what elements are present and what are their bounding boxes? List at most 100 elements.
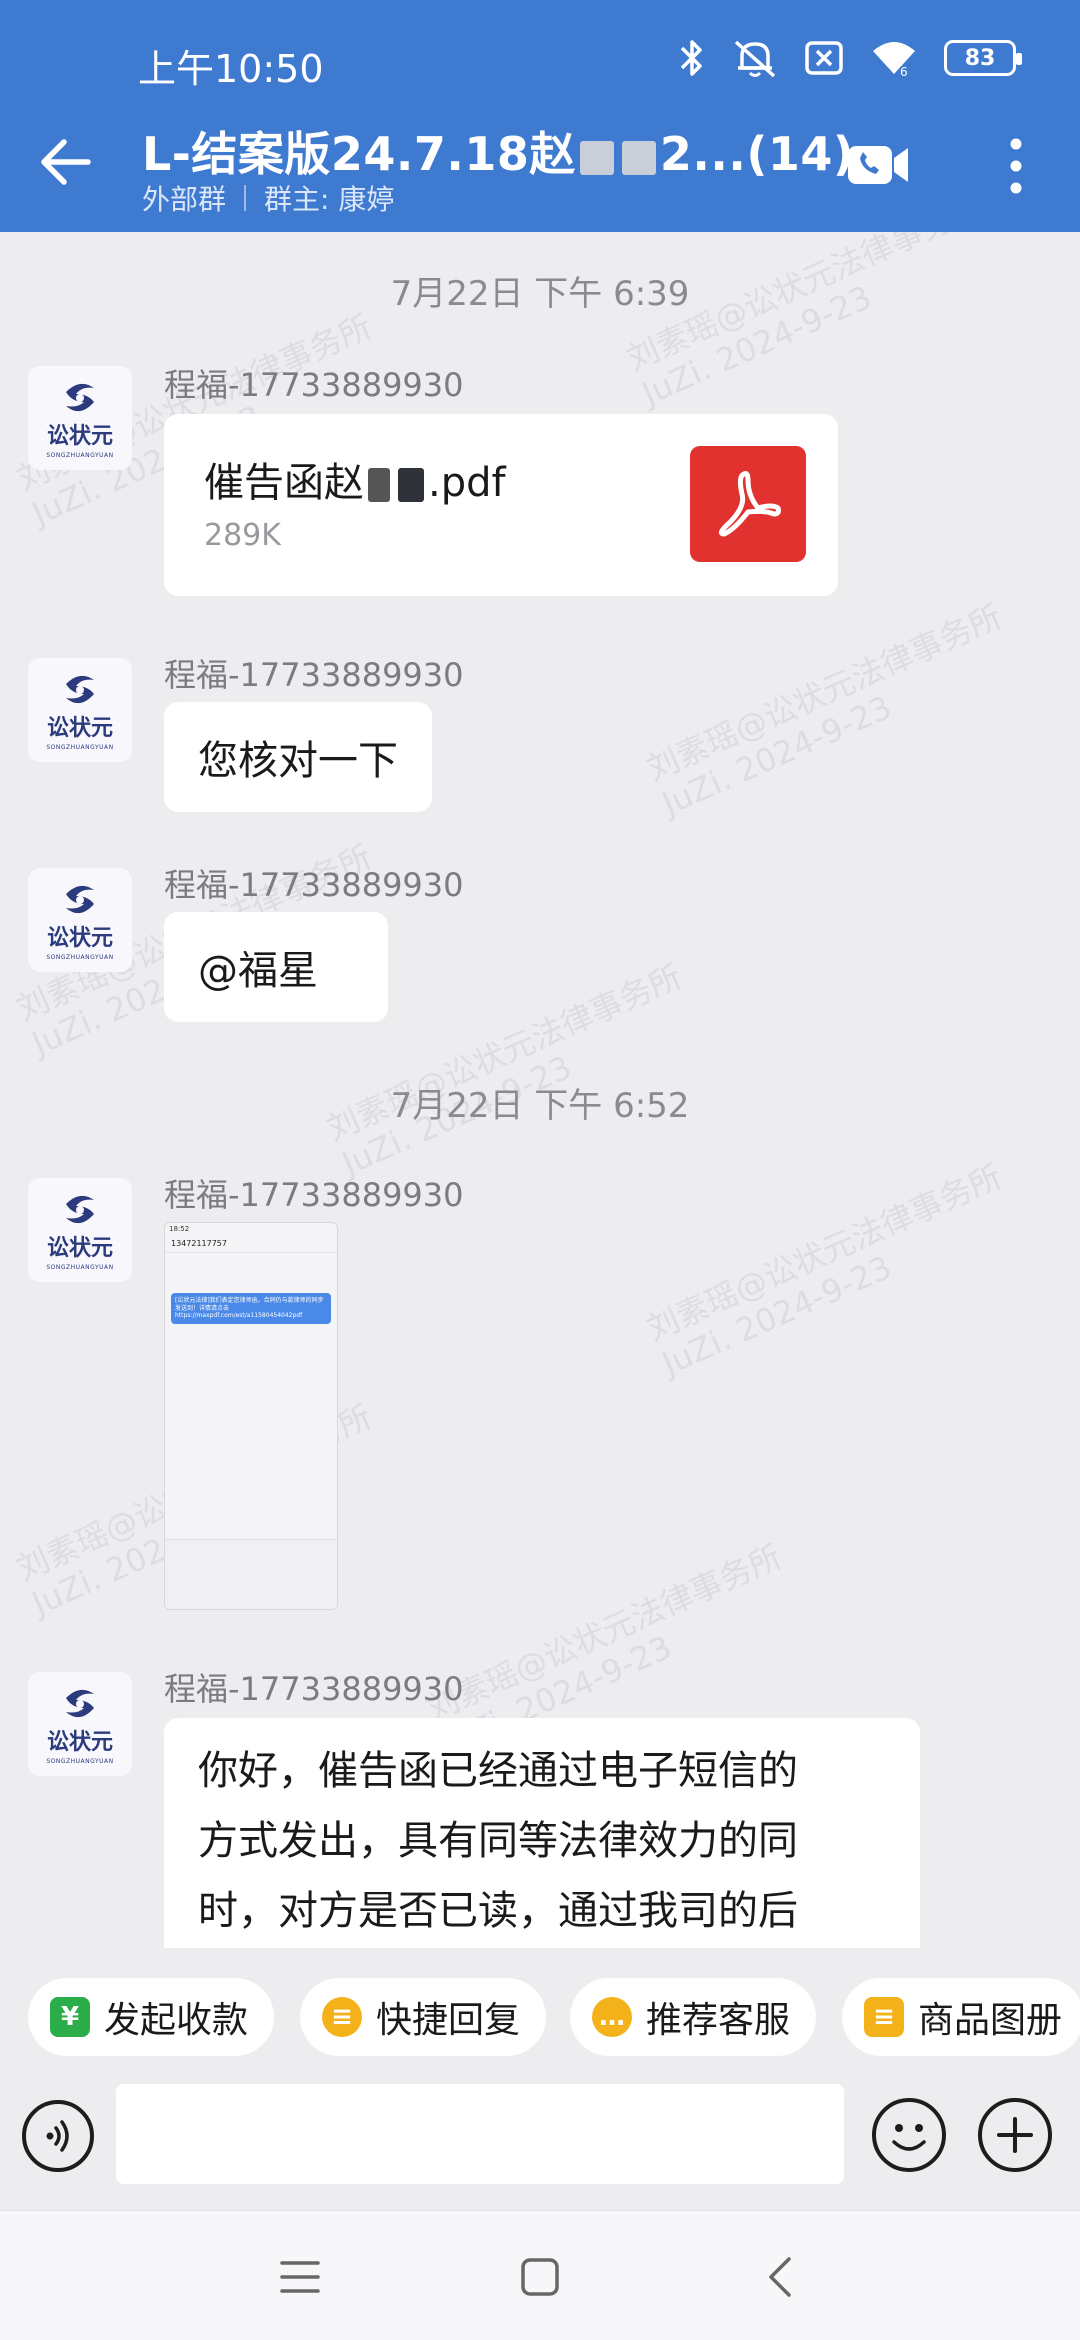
logo-swirl-icon (66, 1689, 94, 1717)
date-separator: 7月22日 下午 6:52 (390, 1086, 690, 1126)
chip-label: 商品图册 (918, 2000, 1063, 2041)
image-message[interactable]: 18:52 13472117757 [讼状元法律]我们表定您律师函，合同仍与款律… (164, 1222, 338, 1610)
redaction-mark (398, 468, 424, 502)
voice-icon (46, 2120, 69, 2152)
quick-reply-icon: ≡ (322, 1997, 362, 2037)
catalog-icon: ≡ (864, 1997, 904, 2037)
text-message[interactable]: 您核对一下 (164, 702, 432, 812)
watermark-line: 刘素瑶@讼状元法律事务所 (640, 597, 1008, 789)
chip-label: 推荐客服 (646, 2000, 791, 2041)
chat-title-prefix: L-结案版24.7.18赵 (142, 127, 576, 181)
nav-menu-button[interactable] (270, 2249, 330, 2305)
group-owner-label: 群主: 康婷 (264, 183, 395, 216)
watermark: 刘素瑶@讼状元法律事务所JuZi. 2024-9-23 (641, 1157, 1023, 1383)
redaction-mark (621, 140, 656, 175)
status-icons: 6 83 (678, 38, 1022, 78)
chat-subtitle: 外部群 群主: 康婷 (142, 178, 394, 218)
avatar-logo-text: 讼状元 (46, 715, 113, 741)
pdf-icon (690, 446, 806, 562)
chat-bubble-icon: … (592, 1997, 632, 2037)
sender-name: 程福-17733889930 (164, 1176, 464, 1214)
status-bar: 上午10:50 6 83 (0, 0, 1080, 120)
file-extension: .pdf (428, 460, 506, 506)
avatar-logo-sub: SONGZHUANGYUAN (46, 1263, 114, 1271)
emoji-button[interactable] (872, 2098, 946, 2172)
message-line: 你好，催告函已经通过电子短信的 (198, 1748, 798, 1794)
file-name: 催告函赵 .pdf (204, 450, 506, 508)
bluetooth-icon (680, 40, 702, 76)
smiley-icon (892, 2124, 926, 2151)
thumb-input-area (165, 1539, 337, 1609)
chip-label: 快捷回复 (376, 2000, 521, 2041)
more-vertical-icon (1010, 138, 1022, 194)
redaction-mark (368, 468, 390, 502)
group-type-label: 外部群 (142, 183, 227, 216)
logo-swirl-icon (66, 885, 94, 913)
avatar[interactable]: 讼状元 SONGZHUANGYUAN (28, 366, 132, 470)
quick-action-quick-reply[interactable]: ≡ 快捷回复 (300, 1978, 547, 2056)
file-name-prefix: 催告函赵 (204, 460, 364, 506)
watermark-line: JuZi. 2024-9-23 (656, 688, 898, 824)
logo-swirl-icon (66, 1195, 94, 1223)
avatar-logo-text: 讼状元 (46, 1729, 113, 1755)
svg-text:6: 6 (900, 65, 908, 78)
avatar[interactable]: 讼状元 SONGZHUANGYUAN (28, 868, 132, 972)
nav-back-button[interactable] (750, 2249, 810, 2305)
avatar-logo-text: 讼状元 (46, 423, 113, 449)
arrow-left-icon (41, 139, 91, 185)
voice-input-button[interactable] (22, 2100, 94, 2172)
video-call-icon (848, 146, 908, 184)
message-input[interactable] (116, 2084, 844, 2184)
header-bar: 上午10:50 6 83 L-结案版24.7.18赵 2...(14) 外部群 群… (0, 0, 1080, 232)
sender-name: 程福-17733889930 (164, 656, 464, 694)
logo-swirl-icon (66, 383, 94, 411)
sim-off-icon (805, 41, 843, 75)
back-button[interactable] (36, 132, 96, 192)
message-line: 时，对方是否已读，通过我司的后 (198, 1888, 798, 1934)
text-message[interactable]: 你好，催告函已经通过电子短信的 方式发出，具有同等法律效力的同 时，对方是否已读… (164, 1718, 920, 1948)
system-navigation-bar (0, 2210, 1080, 2340)
sender-name: 程福-17733889930 (164, 866, 464, 904)
battery-level: 83 (964, 45, 996, 71)
quick-actions-bar: ¥ 发起收款 ≡ 快捷回复 … 推荐客服 ≡ 商品图册 (0, 1948, 1080, 2084)
watermark-line: JuZi. 2024-9-23 (656, 1248, 898, 1384)
status-time: 上午10:50 (138, 47, 324, 91)
quick-action-recommend-service[interactable]: … 推荐客服 (570, 1978, 817, 2056)
file-size: 289K (204, 518, 281, 553)
thumb-header: 13472117757 (165, 1235, 337, 1253)
watermark-line: 刘素瑶@讼状元法律事务所 (420, 1537, 788, 1729)
home-square-icon (521, 2258, 559, 2296)
chat-title-suffix: 2...(14) (659, 127, 855, 181)
thumb-sms-bubble: [讼状元法律]我们表定您律师函，合同仍与款律师的同步发送到！详情请点击https… (171, 1293, 331, 1324)
watermark-line: JuZi. 2024-9-23 (636, 278, 878, 414)
more-options-button[interactable] (996, 134, 1036, 198)
avatar-logo-sub: SONGZHUANGYUAN (46, 953, 114, 961)
watermark: 刘素瑶@讼状元法律事务所JuZi. 2024-9-23 (641, 597, 1023, 823)
avatar-logo-sub: SONGZHUANGYUAN (46, 1757, 114, 1765)
menu-icon (280, 2261, 320, 2293)
file-message[interactable]: 催告函赵 .pdf 289K (164, 414, 838, 596)
avatar-logo-text: 讼状元 (46, 1235, 113, 1261)
avatar[interactable]: 讼状元 SONGZHUANGYUAN (28, 1178, 132, 1282)
divider (244, 185, 247, 211)
nav-home-button[interactable] (510, 2249, 570, 2305)
video-call-button[interactable] (846, 140, 912, 190)
avatar[interactable]: 讼状元 SONGZHUANGYUAN (28, 658, 132, 762)
text-message[interactable]: @福星 (164, 912, 388, 1022)
quick-action-collect-payment[interactable]: ¥ 发起收款 (28, 1978, 275, 2056)
chat-area[interactable]: 刘素瑶@讼状元法律事务所 JuZi. 2024-9-23 刘素瑶@讼状元法律事务所… (0, 232, 1080, 1948)
chevron-left-icon (769, 2257, 791, 2297)
watermark: 刘素瑶@讼状元法律事务所JuZi. 2024-9-23 (621, 232, 1003, 414)
sender-name: 程福-17733889930 (164, 366, 464, 404)
logo-swirl-icon (66, 675, 94, 703)
battery-icon: 83 (944, 40, 1022, 76)
thumb-status-time: 18:52 (169, 1225, 190, 1233)
acrobat-logo-icon (718, 471, 781, 537)
mute-icon (734, 40, 776, 78)
avatar-logo-sub: SONGZHUANGYUAN (46, 451, 114, 459)
more-actions-button[interactable] (978, 2098, 1052, 2172)
input-bar (0, 2084, 1080, 2210)
avatar[interactable]: 讼状元 SONGZHUANGYUAN (28, 1672, 132, 1776)
wifi-icon: 6 (873, 42, 915, 78)
quick-action-product-catalog[interactable]: ≡ 商品图册 (842, 1978, 1080, 2056)
